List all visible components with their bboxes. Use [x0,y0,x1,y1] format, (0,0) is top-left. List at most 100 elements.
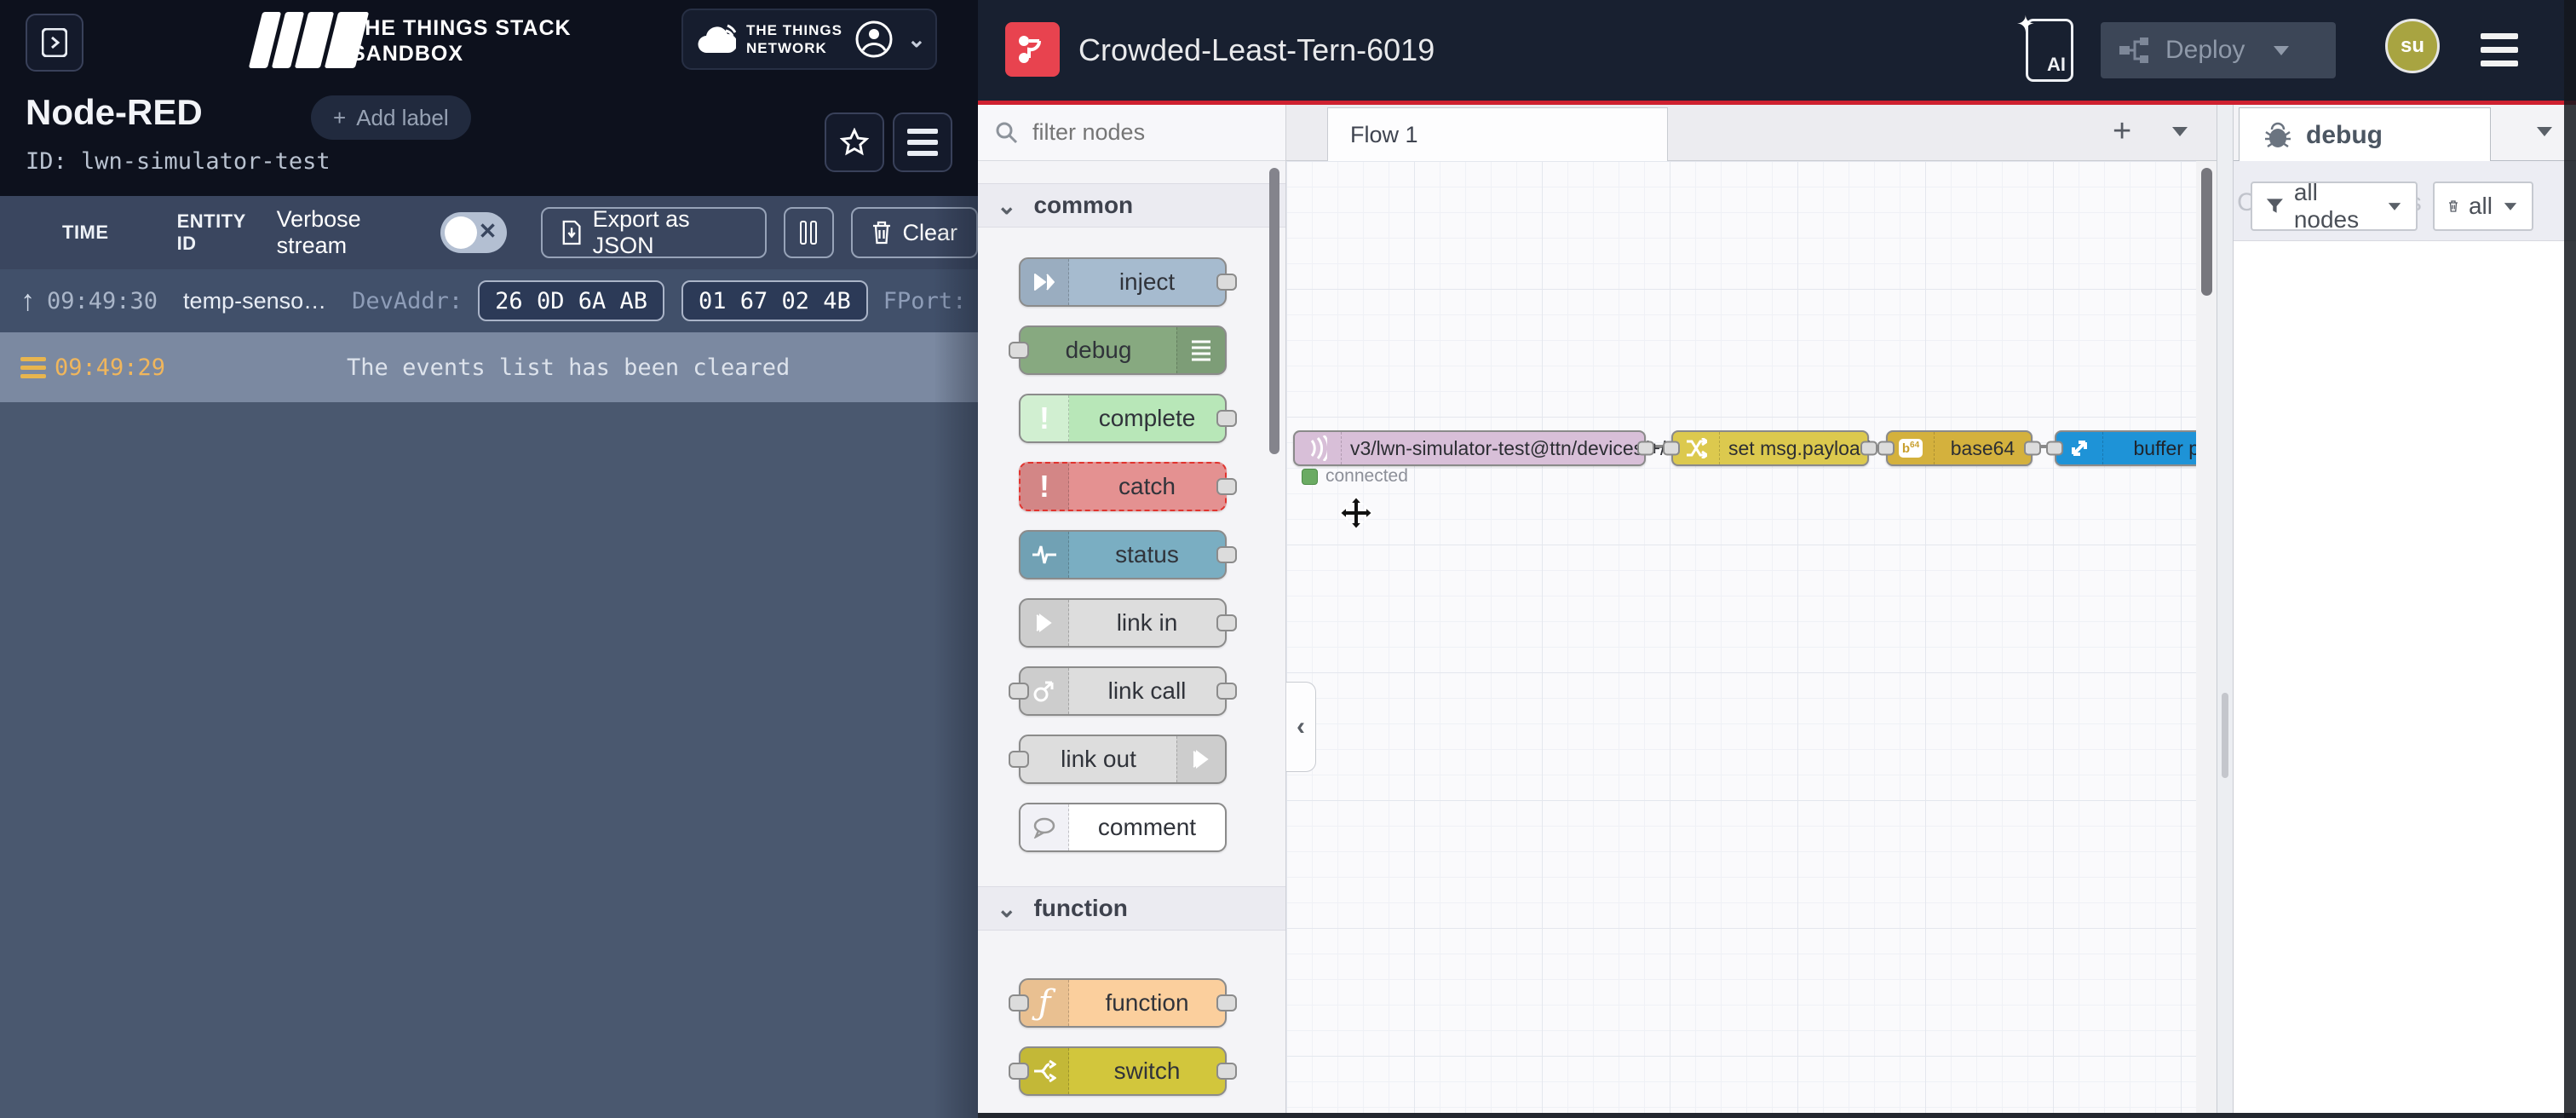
input-port[interactable] [1663,441,1680,456]
output-port[interactable] [1637,441,1654,456]
network-line2: NETWORK [746,39,842,57]
input-port[interactable] [1009,994,1029,1011]
plus-icon: + [333,105,346,131]
palette-collapse-handle[interactable]: ‹ [1286,682,1316,772]
flow-node-base64[interactable]: b64 base64 [1886,430,2033,466]
clear-events-button[interactable]: Clear [851,207,978,258]
output-port[interactable] [1216,683,1237,700]
flow-tab-label: Flow 1 [1350,122,1418,148]
column-time: TIME [62,222,109,244]
clear-all-button[interactable]: all [2433,182,2533,231]
status-icon [1021,532,1069,578]
palette-node-status[interactable]: status [1019,530,1227,579]
debug-tab-label: debug [2306,121,2383,150]
device-name: Node-RED [26,92,203,133]
output-port[interactable] [1216,614,1237,631]
add-label-button[interactable]: + Add label [311,95,471,140]
output-port[interactable] [1216,410,1237,427]
funnel-icon [2266,196,2284,216]
tts-console-pane: THE THINGS STACK SANDBOX THE THINGS NETW… [0,0,978,1118]
sidebar-tab-bar: debug [2234,105,2576,161]
add-flow-button[interactable]: + [2113,113,2131,150]
splitter-handle[interactable] [2222,693,2228,778]
ai-label: AI [2047,54,2066,76]
event-time: 09:49:29 [55,354,165,381]
tab-debug[interactable]: debug [2239,107,2491,162]
output-port[interactable] [1216,274,1237,291]
flow-node-change[interactable]: set msg.payload [1671,430,1869,466]
star-icon [840,128,869,157]
canvas-scroll-track[interactable] [2196,161,2217,1113]
palette-node-link-in[interactable]: link in [1019,598,1227,648]
output-port[interactable] [1216,478,1237,495]
input-port[interactable] [1009,751,1029,768]
verbose-stream-toggle[interactable]: ✕ [440,212,507,253]
palette-node-catch[interactable]: ! catch [1019,462,1227,511]
tab-flow-1[interactable]: Flow 1 [1327,107,1668,161]
sidebar-toggle-button[interactable] [26,14,83,72]
add-label-text: Add label [356,105,448,131]
output-port[interactable] [1216,546,1237,563]
palette-scrollbar[interactable] [1269,168,1279,454]
ai-assistant-button[interactable]: ✦ AI [2026,19,2073,82]
device-title-section: Node-RED +Add label ID: lwn-simulator-te… [0,82,978,196]
chevron-down-icon: ⌄ [997,192,1016,220]
sidebar-tabs-caret[interactable] [2537,127,2552,136]
column-entity-id: ENTITY ID [177,210,265,255]
deploy-options-caret[interactable] [2274,46,2289,55]
output-port[interactable] [1860,441,1877,456]
output-port[interactable] [1216,1063,1237,1080]
flow-list-caret[interactable] [2172,127,2188,136]
input-port[interactable] [1009,1063,1029,1080]
pause-stream-button[interactable] [784,207,835,258]
palette-node-link-out[interactable]: link out [1019,735,1227,784]
event-message: The events list has been cleared [347,354,790,381]
output-port[interactable] [1216,994,1237,1011]
palette-node-inject[interactable]: inject [1019,257,1227,307]
flow-node-mqtt-in[interactable]: v3/lwn-simulator-test@ttn/devices/+/up [1293,430,1646,466]
export-json-button[interactable]: Export as JSON [541,207,766,258]
palette-node-complete[interactable]: ! complete [1019,394,1227,443]
devaddr-label: DevAddr: [352,288,463,314]
mqtt-status-text: connected [1325,466,1408,487]
palette-section-common[interactable]: ⌄ common [978,183,1285,228]
debug-icon [1176,327,1225,373]
trash-icon [2448,196,2458,216]
bug-icon [2263,122,2292,149]
move-cursor-icon [1337,495,1375,533]
payload-badge[interactable]: 01 67 02 4B [681,280,868,321]
device-menu-button[interactable] [893,112,952,172]
palette-node-link-call[interactable]: link call [1019,666,1227,716]
screen-right-edge [2564,0,2576,1118]
bookmark-button[interactable] [825,112,884,172]
palette-section-function[interactable]: ⌄ function [978,886,1285,931]
canvas-scrollbar-thumb[interactable] [2201,168,2212,296]
network-switcher-dropdown[interactable]: THE THINGS NETWORK ⌄ [681,9,937,70]
buffer-parser-node-label: buffer parser [2103,437,2196,460]
flow-node-buffer-parser[interactable]: buffer parser [2055,430,2196,466]
main-menu-button[interactable] [2481,26,2518,74]
cloud-icon [697,24,736,55]
devaddr-badge[interactable]: 26 0D 6A AB [478,280,664,321]
event-row-cleared[interactable]: 09:49:29 The events list has been cleare… [0,332,978,402]
palette-node-debug[interactable]: debug [1019,326,1227,375]
input-port[interactable] [1009,342,1029,359]
filter-nodes-input[interactable] [1031,118,1247,147]
input-port[interactable] [1009,683,1029,700]
palette-node-comment[interactable]: comment [1019,803,1227,852]
event-row-uplink[interactable]: ↑ 09:49:30 temp-senso… DevAddr: 26 0D 6A… [0,269,978,332]
output-port[interactable] [2024,441,2041,456]
filter-nodes-button[interactable]: all nodes [2251,182,2418,231]
network-line1: THE THINGS [746,21,842,39]
toggle-off-icon: ✕ [479,218,497,245]
flow-canvas[interactable]: v3/lwn-simulator-test@ttn/devices/+/up c… [1286,161,2196,1113]
window-bottom-edge [978,1113,2576,1118]
user-avatar[interactable]: su [2385,19,2440,73]
export-json-label: Export as JSON [593,206,746,259]
input-port[interactable] [1877,441,1895,456]
sidebar-splitter[interactable] [2217,105,2234,1118]
input-port[interactable] [2046,441,2063,456]
deploy-button[interactable]: Deploy [2101,22,2336,78]
palette-node-switch[interactable]: switch [1019,1046,1227,1096]
palette-node-function[interactable]: ƒ function [1019,978,1227,1028]
